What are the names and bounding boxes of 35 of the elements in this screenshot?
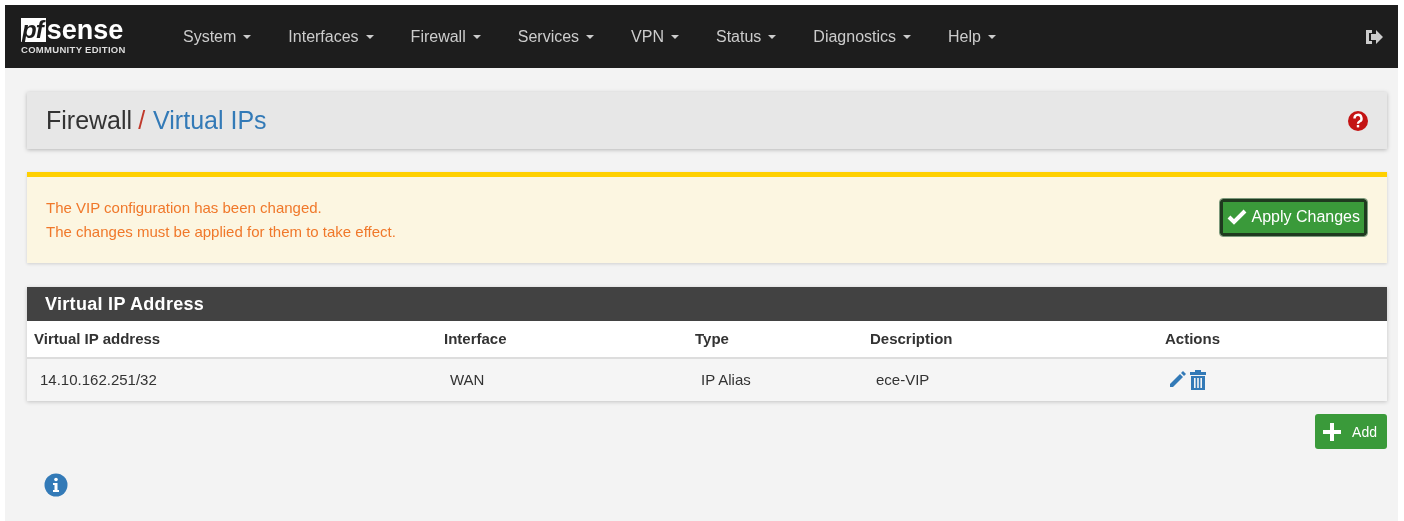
table-cell-text: WAN [449, 370, 486, 390]
logo-word: sense [46, 18, 124, 42]
logout-icon[interactable] [1364, 27, 1384, 46]
logo-mark: pf [21, 18, 46, 42]
breadcrumb-separator: / [138, 106, 146, 135]
column-header: Description [863, 321, 1158, 359]
table-cell-text: IP Alias [700, 370, 752, 390]
panel-title: Virtual IP Address [27, 287, 1387, 321]
nav-menu[interactable]: System [183, 27, 252, 46]
logo-edition-text: COMMUNITY EDITION [21, 44, 127, 55]
breadcrumb-link[interactable]: Firewall [46, 106, 133, 135]
column-header: Interface [437, 321, 688, 359]
nav-menu[interactable]: VPN [631, 27, 679, 46]
plus-icon [1322, 421, 1343, 442]
add-button[interactable]: Add [1315, 414, 1387, 449]
check-icon [1227, 209, 1248, 225]
nav-menu[interactable]: Status [716, 27, 777, 46]
pencil-icon[interactable] [1167, 370, 1187, 390]
table-cell-text: 14.10.162.251/32 [39, 370, 158, 390]
column-header: Actions [1158, 321, 1387, 359]
nav-menu[interactable]: Interfaces [288, 27, 374, 46]
alert-message: The VIP configuration has been changed. [46, 198, 323, 218]
nav-menu[interactable]: Help [948, 27, 996, 46]
column-header: Virtual IP address [27, 321, 437, 359]
trash-icon[interactable] [1189, 370, 1207, 390]
info-icon[interactable] [44, 473, 68, 497]
alert-message: The changes must be applied for them to take effect. [46, 222, 396, 242]
apply-changes-button[interactable]: Apply Changes [1220, 198, 1367, 236]
help-icon[interactable] [1347, 109, 1369, 132]
nav-menu[interactable]: Firewall [410, 27, 481, 46]
breadcrumb-current[interactable]: Virtual IPs [153, 106, 267, 135]
nav-menu[interactable]: Services [517, 27, 595, 46]
nav-menu[interactable]: Diagnostics [813, 27, 912, 46]
column-header: Type [688, 321, 863, 359]
table-cell-text: ece-VIP [875, 370, 931, 390]
